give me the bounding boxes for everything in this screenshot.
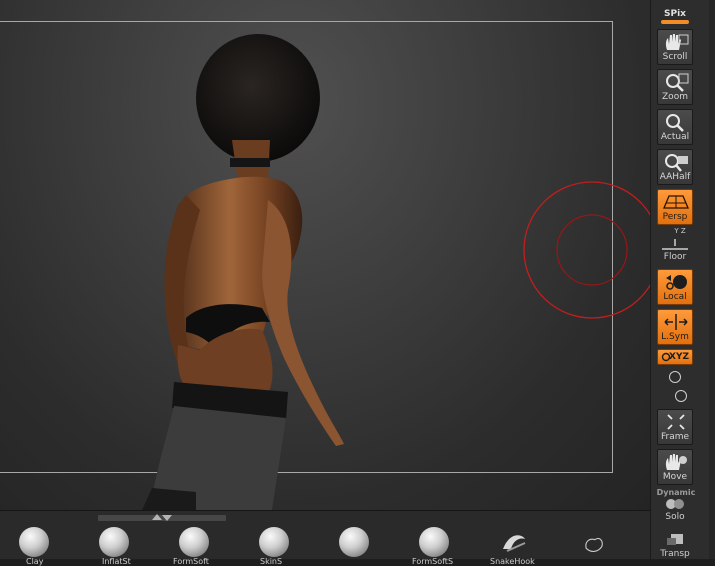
actual-button[interactable]: Actual (657, 109, 693, 145)
floor-axis-label: Y Z (674, 227, 686, 235)
brush-skins-label: SkinS (260, 557, 283, 566)
brush-snakehook-label: SnakeHook (490, 557, 535, 566)
move-button[interactable]: Move (657, 449, 693, 485)
brush-snakehook-icon[interactable] (499, 527, 529, 557)
document-canvas[interactable] (0, 0, 650, 510)
persp-button[interactable]: Persp (657, 189, 693, 225)
lsym-label: L.Sym (661, 332, 689, 342)
xyz-button[interactable]: XYZ (657, 349, 693, 365)
rotate-z-icon[interactable] (675, 390, 687, 402)
local-button[interactable]: Local (657, 269, 693, 305)
local-label: Local (663, 292, 687, 302)
brush-outline-icon[interactable] (579, 531, 609, 557)
hand-move-icon (665, 454, 687, 470)
shelf-scroll-edge[interactable] (709, 0, 715, 559)
magnifier-zoom-icon (666, 73, 689, 92)
aahalf-label: AAHalf (659, 172, 691, 182)
local-pivot-icon (666, 275, 687, 290)
brush-swirl-icon[interactable] (339, 527, 369, 557)
brush-formsofts-label: FormSoftS (412, 557, 454, 566)
floor-label: Floor (663, 252, 687, 262)
tray-collapse-icon[interactable] (152, 514, 162, 520)
spix-label: SPix (664, 9, 686, 19)
right-shelf: SPix Scroll Zoom Actual AAHalf Persp Y Z… (650, 0, 715, 559)
brush-skins-icon[interactable] (259, 527, 289, 557)
brush-inflat-label: InflatSt (102, 557, 131, 566)
hand-scroll-icon (665, 34, 689, 50)
transparency-icon (667, 534, 683, 545)
magnifier-actual-icon (666, 114, 684, 132)
solo-button[interactable]: Solo (657, 497, 693, 525)
scroll-button[interactable]: Scroll (657, 29, 693, 65)
xyz-label: XYZ (669, 352, 689, 362)
scroll-label: Scroll (662, 52, 688, 62)
brush-formsofts-icon[interactable] (419, 527, 449, 557)
lsym-button[interactable]: L.Sym (657, 309, 693, 345)
perspective-grid-icon (663, 195, 689, 209)
tray-expand-icon[interactable] (162, 515, 172, 521)
frame-icon (667, 414, 685, 430)
brush-tray: Clay InflatSt FormSoft SkinS FormSoftS S… (0, 510, 650, 566)
floor-grid-icon (662, 239, 688, 250)
transp-label: Transp (660, 549, 690, 559)
rotate-y-icon[interactable] (669, 371, 681, 383)
dynamic-label: Dynamic (656, 488, 696, 497)
brush-formsoft-icon[interactable] (179, 527, 209, 557)
spix-slider[interactable] (661, 20, 689, 24)
brush-clay-icon[interactable] (19, 527, 49, 557)
solo-icon (666, 499, 684, 509)
actual-label: Actual (660, 132, 690, 142)
local-symmetry-icon (664, 314, 688, 330)
solo-label: Solo (665, 512, 685, 522)
brush-formsoft-label: FormSoft (173, 557, 209, 566)
floor-button[interactable]: Floor (657, 236, 693, 266)
frame-button[interactable]: Frame (657, 409, 693, 445)
frame-label: Frame (660, 432, 690, 442)
brush-inflat-icon[interactable] (99, 527, 129, 557)
zoom-label: Zoom (662, 92, 688, 102)
brush-cursor (523, 181, 650, 319)
move-label: Move (662, 472, 688, 482)
transp-button[interactable]: Transp (657, 532, 693, 559)
aahalf-button[interactable]: AAHalf (657, 149, 693, 185)
magnifier-aahalf-icon (665, 154, 688, 172)
persp-label: Persp (662, 212, 688, 222)
brush-clay-label: Clay (26, 557, 44, 566)
zoom-button[interactable]: Zoom (657, 69, 693, 105)
